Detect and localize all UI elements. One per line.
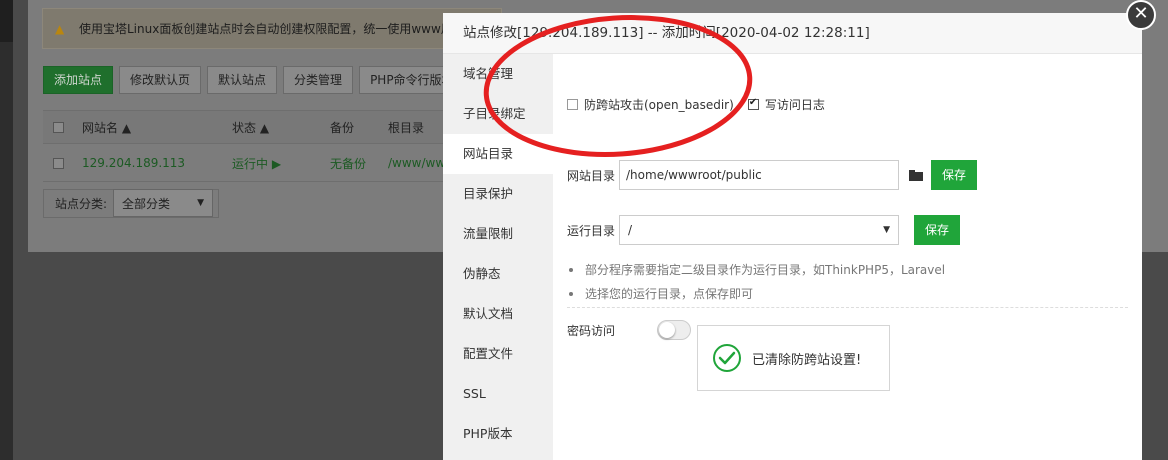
site-status[interactable]: 运行中 ▶: [232, 145, 281, 181]
select-all-checkbox[interactable]: [53, 121, 64, 133]
category-select-value: 全部分类: [122, 196, 171, 211]
nav-site-dir[interactable]: 网站目录: [443, 134, 553, 174]
access-log-label[interactable]: 写访问日志: [765, 96, 825, 113]
toast-message: 已清除防跨站设置!: [697, 325, 890, 391]
site-name-link[interactable]: 129.204.189.113: [82, 145, 185, 181]
run-dir-select[interactable]: / ▼: [619, 215, 900, 245]
divider: [567, 307, 1128, 308]
nav-domain-manage[interactable]: 域名管理: [443, 54, 553, 94]
table-row: 129.204.189.113 运行中 ▶ 无备份 /www/ww: [43, 145, 503, 182]
toast-text: 已清除防跨站设置!: [752, 352, 862, 368]
modal-content: 防跨站攻击(open_basedir) 写访问日志 网站目录 /home/www…: [553, 54, 1142, 460]
site-backup[interactable]: 无备份: [330, 145, 366, 181]
site-toolbar: 添加站点 修改默认页 默认站点 分类管理 PHP命令行版本: [43, 66, 465, 94]
nav-php-version[interactable]: PHP版本: [443, 414, 553, 454]
alert-text: 使用宝塔Linux面板创建站点时会自动创建权限配置，统一使用www用: [79, 22, 453, 36]
nav-dir-protect[interactable]: 目录保护: [443, 174, 553, 214]
col-site-name[interactable]: 网站名 ▲: [82, 111, 131, 143]
tips-list: 部分程序需要指定二级目录作为运行目录，如ThinkPHP5，Laravel 选择…: [567, 258, 1127, 306]
category-select[interactable]: 全部分类 ▼: [113, 189, 214, 217]
nav-subdir-bind[interactable]: 子目录绑定: [443, 94, 553, 134]
modal-title: 站点修改[129.204.189.113] -- 添加时间[2020-04-02…: [443, 13, 1142, 54]
site-dir-input[interactable]: /home/wwwroot/public: [619, 160, 900, 190]
save-run-dir-button[interactable]: 保存: [914, 215, 961, 245]
site-dir-label: 网站目录: [567, 168, 616, 183]
anti-cross-site-label[interactable]: 防跨站攻击(open_basedir): [584, 96, 734, 113]
site-root[interactable]: /www/ww: [388, 145, 445, 181]
col-root: 根目录: [388, 120, 425, 135]
list-item: 部分程序需要指定二级目录作为运行目录，如ThinkPHP5，Laravel: [567, 258, 1127, 282]
close-icon[interactable]: ✕: [1126, 0, 1156, 30]
save-site-dir-button[interactable]: 保存: [931, 160, 978, 190]
edit-default-page-button[interactable]: 修改默认页: [119, 66, 202, 94]
left-sidebar-strip: [0, 0, 13, 460]
site-dir-row: 网站目录 /home/wwwroot/public 保存: [567, 160, 978, 190]
site-edit-modal: 站点修改[129.204.189.113] -- 添加时间[2020-04-02…: [443, 13, 1142, 460]
folder-open-icon[interactable]: [909, 169, 924, 181]
run-dir-label: 运行目录: [567, 223, 616, 238]
col-status[interactable]: 状态 ▲: [232, 111, 269, 143]
anti-cross-site-checkbox[interactable]: [567, 99, 578, 110]
category-filter: 站点分类: 全部分类 ▼: [43, 189, 214, 217]
site-table-header: 网站名 ▲ 状态 ▲ 备份 根目录: [43, 110, 503, 144]
nav-default-doc[interactable]: 默认文档: [443, 294, 553, 334]
row-checkbox[interactable]: [53, 157, 64, 169]
run-dir-value: /: [628, 223, 633, 237]
nav-config-file[interactable]: 配置文件: [443, 334, 553, 374]
check-circle-icon: [713, 344, 741, 372]
default-site-button[interactable]: 默认站点: [207, 66, 278, 94]
password-access-toggle[interactable]: [657, 320, 692, 340]
option-row: 防跨站攻击(open_basedir) 写访问日志: [567, 96, 839, 113]
warning-icon: ▲: [55, 21, 65, 36]
caret-down-icon: ▼: [883, 225, 891, 235]
nav-ssl[interactable]: SSL: [443, 374, 553, 414]
nav-rewrite[interactable]: 伪静态: [443, 254, 553, 294]
password-access-row: 密码访问: [567, 320, 692, 340]
category-manage-button[interactable]: 分类管理: [283, 66, 354, 94]
password-access-label: 密码访问: [567, 323, 616, 338]
nav-traffic-limit[interactable]: 流量限制: [443, 214, 553, 254]
modal-side-nav: 域名管理 子目录绑定 网站目录 目录保护 流量限制 伪静态 默认文档 配置文件 …: [443, 54, 553, 460]
list-item: 选择您的运行目录，点保存即可: [567, 282, 1127, 306]
caret-down-icon: ▼: [197, 198, 205, 208]
access-log-checkbox[interactable]: [747, 97, 759, 110]
run-dir-row: 运行目录 / ▼ 保存: [567, 215, 961, 245]
info-alert: ▲ 使用宝塔Linux面板创建站点时会自动创建权限配置，统一使用www用: [42, 8, 502, 49]
add-site-button[interactable]: 添加站点: [43, 66, 114, 94]
col-backup: 备份: [330, 120, 355, 135]
category-filter-label: 站点分类:: [55, 196, 108, 211]
